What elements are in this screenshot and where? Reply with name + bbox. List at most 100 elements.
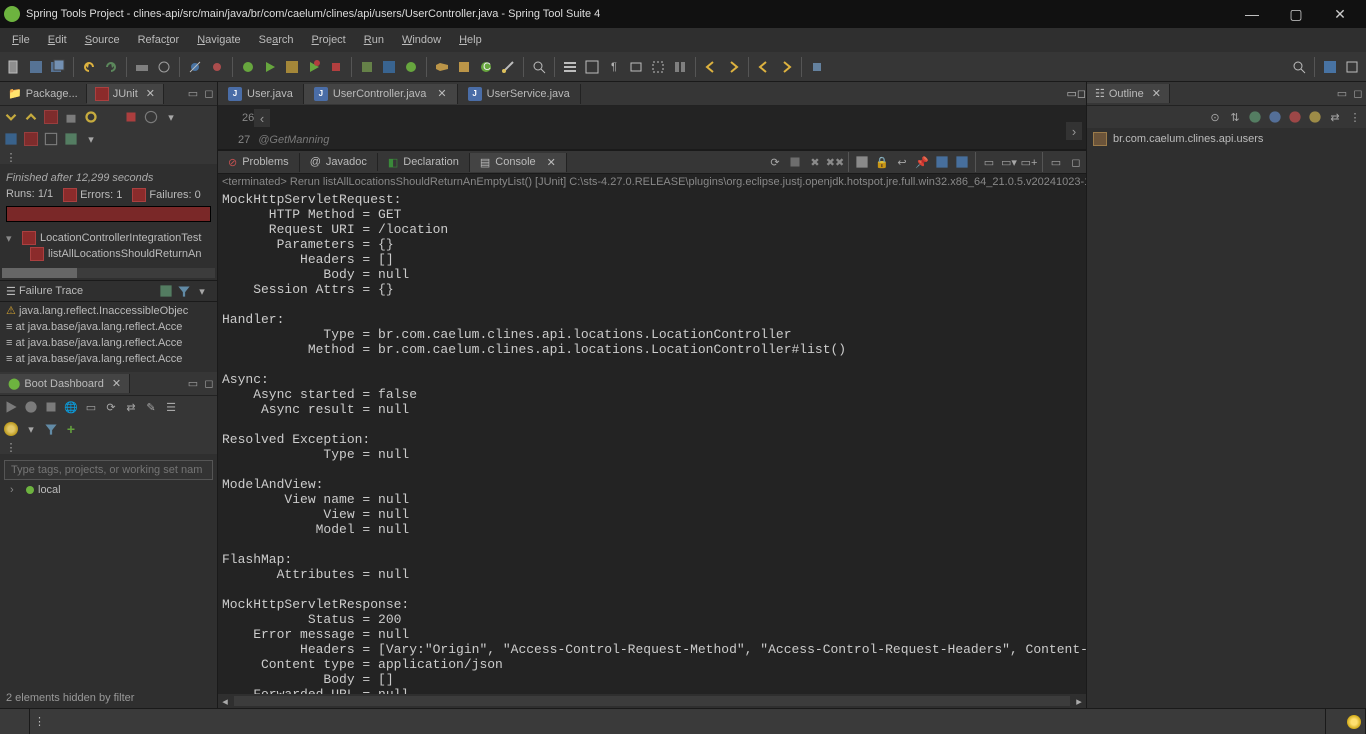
boot-filter-input[interactable] [4,460,213,480]
tab-problems[interactable]: ⊘Problems [218,153,300,172]
close-tab-icon[interactable]: ✕ [112,377,121,390]
maximize-view-icon[interactable]: ◻ [201,86,217,102]
console-scroll-lock-icon[interactable]: 🔒 [873,153,891,171]
menu-help[interactable]: Help [451,31,490,49]
last-edit-icon[interactable] [754,57,774,77]
build-icon[interactable] [132,57,152,77]
stop-boot-icon[interactable] [42,398,60,416]
toggle-word-wrap-icon[interactable] [626,57,646,77]
show-whitespace-icon[interactable]: ¶ [604,57,624,77]
new-class-icon[interactable]: C [476,57,496,77]
console-new-icon[interactable]: ▭+ [1020,153,1038,171]
maximize-view-icon[interactable]: ◻ [1350,86,1366,102]
perspective-java-icon[interactable] [1320,57,1340,77]
focus-icon[interactable]: ⊙ [1206,108,1224,126]
hide-local-icon[interactable] [1306,108,1324,126]
undo-icon[interactable] [79,57,99,77]
view-menu-icon[interactable]: ▾ [162,108,180,126]
edit-boot-icon[interactable]: ✎ [142,398,160,416]
new-icon[interactable] [4,57,24,77]
stop-icon[interactable] [326,57,346,77]
overflow-icon[interactable]: ⋮ [2,148,20,166]
collapse-icon[interactable] [2,130,20,148]
add-boot-icon[interactable]: + [62,420,80,438]
more-icon[interactable]: ▾ [82,130,100,148]
refresh-boot-icon[interactable]: ⟳ [102,398,120,416]
new-wizard-icon[interactable] [498,57,518,77]
menu-file[interactable]: File [4,31,38,49]
close-tab-icon[interactable]: ✕ [437,87,446,100]
bulb-icon[interactable] [2,420,20,438]
minimize-view-icon[interactable]: ▭ [1047,153,1065,171]
sort-icon[interactable]: ⇅ [1226,108,1244,126]
editor-tab-user[interactable]: JUser.java [218,84,304,104]
new-java-project-icon[interactable] [379,57,399,77]
history-icon[interactable] [142,108,160,126]
boot-local-node[interactable]: › local [4,480,213,500]
overflow-icon[interactable]: ⋮ [2,438,20,456]
console-terminate-icon[interactable] [786,153,804,171]
console-refresh-icon[interactable]: ⟳ [766,153,784,171]
open-console-icon[interactable]: ▭ [82,398,100,416]
menu-refactor[interactable]: Refactor [130,31,188,49]
stop-junit-icon[interactable] [122,108,140,126]
console-output[interactable]: MockHttpServletRequest: HTTP Method = GE… [218,190,1086,694]
trace-row[interactable]: ≡ at java.base/java.lang.reflect.Acce [0,319,217,335]
junit-hscroll[interactable] [0,266,217,280]
close-tab-icon[interactable]: ✕ [547,156,556,169]
rerun-failed-icon[interactable] [102,108,120,126]
trace-row[interactable]: ⚠ java.lang.reflect.InaccessibleObjec [0,302,217,319]
junit-tree-root[interactable]: ▾ LocationControllerIntegrationTest [6,230,211,246]
console-hscroll[interactable]: ◂▸ [218,694,1086,708]
expand-icon[interactable] [22,130,40,148]
coverage-icon[interactable] [282,57,302,77]
debug-boot-icon[interactable] [22,398,40,416]
console-display-icon[interactable]: ▭ [980,153,998,171]
trace-row[interactable]: ≡ at java.base/java.lang.reflect.Acce [0,335,217,351]
minimize-button[interactable]: — [1230,0,1274,28]
menu-source[interactable]: Source [77,31,128,49]
console-wordwrap-icon[interactable]: ↩ [893,153,911,171]
show-failures-icon[interactable] [42,108,60,126]
open-task-icon[interactable] [432,57,452,77]
new-pkg-icon[interactable] [454,57,474,77]
maximize-button[interactable]: ▢ [1274,0,1318,28]
debug-icon[interactable] [238,57,258,77]
show-annotations-icon[interactable] [670,57,690,77]
pin-editor-icon[interactable] [807,57,827,77]
editor-tab-usercontroller[interactable]: JUserController.java✕ [304,84,458,104]
tab-boot-dashboard[interactable]: ⬤ Boot Dashboard ✕ [0,374,130,393]
editor-scroll-right-icon[interactable]: › [1066,122,1082,140]
minimize-editor-icon[interactable]: ▭ [1066,87,1076,100]
start-icon[interactable] [2,398,20,416]
tab-outline[interactable]: ☷ Outline ✕ [1087,84,1170,103]
maximize-view-icon[interactable]: ◻ [201,376,217,392]
console-pin-icon[interactable]: 📌 [913,153,931,171]
menu-run[interactable]: Run [356,31,392,49]
editor-scroll-left-icon[interactable]: ‹ [254,109,270,127]
console-showstd-icon[interactable] [933,153,951,171]
editor-tab-userservice[interactable]: JUserService.java [458,84,581,104]
menu-search[interactable]: Search [251,31,302,49]
minimize-view-icon[interactable]: ▭ [185,376,201,392]
search-tool-icon[interactable] [529,57,549,77]
close-tab-icon[interactable]: ✕ [146,87,155,100]
outline-package[interactable]: br.com.caelum.clines.api.users [1113,133,1263,145]
close-button[interactable]: ✕ [1318,0,1362,28]
ext-tools-icon[interactable] [357,57,377,77]
save-all-icon[interactable] [48,57,68,77]
menu-project[interactable]: Project [304,31,354,49]
tab-declaration[interactable]: ◧Declaration [378,153,470,172]
console-remove-icon[interactable]: ✖ [806,153,824,171]
tab-junit[interactable]: JUnit ✕ [87,84,164,104]
minimize-view-icon[interactable]: ▭ [1334,86,1350,102]
boot-filter-icon[interactable] [42,420,60,438]
outline-menu-icon[interactable]: ⋮ [1346,108,1364,126]
link-outline-icon[interactable]: ⇄ [1326,108,1344,126]
toggle-breakpoint-icon[interactable] [207,57,227,77]
console-clear-icon[interactable] [853,153,871,171]
next-failure-icon[interactable] [2,108,20,126]
console-remove-all-icon[interactable]: ✖✖ [826,153,844,171]
toggle-block-selection-icon[interactable] [648,57,668,77]
junit-tree-child[interactable]: listAllLocationsShouldReturnAn [6,246,211,262]
